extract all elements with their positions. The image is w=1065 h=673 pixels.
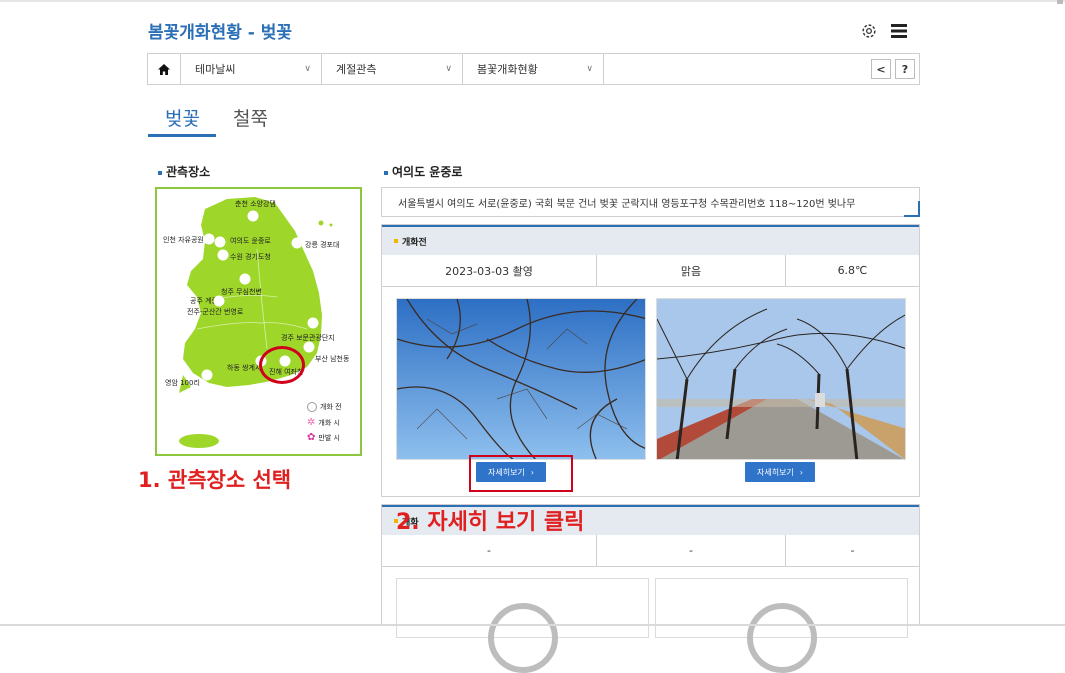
photo-placeholder-2: [655, 578, 908, 673]
nav-dropdown-label: 봄꽃개화현황: [477, 63, 538, 76]
map-label-yeouido[interactable]: 여의도 윤중로: [230, 236, 271, 246]
active-tab-indicator: [148, 134, 216, 137]
help-icon: ?: [901, 62, 909, 76]
detail-view-label: 자세히보기: [756, 467, 794, 477]
help-button[interactable]: ?: [895, 59, 915, 79]
breadcrumb-nav: 테마날씨 ∨ 계절관측 ∨ 봄꽃개화현황 ∨ < ?: [147, 53, 920, 85]
map-label-incheon[interactable]: 인천 자유공원: [163, 235, 204, 245]
chevron-down-icon: ∨: [445, 64, 452, 74]
share-button[interactable]: <: [871, 59, 891, 79]
settings-gear-icon[interactable]: [858, 20, 880, 42]
site-address-box: 서울특별시 여의도 서로(윤중로) 국회 북문 건너 벚꽃 군락지내 영등포구청…: [381, 187, 920, 217]
scrollbar-thumb[interactable]: [1057, 0, 1063, 4]
weather-status: -: [597, 535, 786, 566]
nav-dropdown-seasonal-observation[interactable]: 계절관측 ∨: [322, 54, 463, 84]
pink-flower-icon: ✲: [307, 417, 316, 428]
nav-dropdown-spring-flower[interactable]: 봄꽃개화현황 ∨: [463, 54, 604, 84]
nav-dropdown-label: 계절관측: [336, 63, 377, 76]
legend-before-bloom: 개화 전: [307, 402, 342, 412]
highlight-box-detail-button: [469, 455, 573, 492]
magenta-flower-icon: ✿: [307, 432, 316, 443]
panel-header: 개화전: [382, 225, 919, 255]
map-label-cheongju[interactable]: 청주 무심천변: [221, 287, 262, 297]
map-label-gyeongju[interactable]: 경주 보문관광단지: [281, 333, 335, 343]
chevron-down-icon: ∨: [304, 64, 311, 74]
nav-dropdown-theme-weather[interactable]: 테마날씨 ∨: [181, 54, 322, 84]
top-border: [0, 0, 1065, 2]
panel-info-row: 2023-03-03 촬영 맑음 6.8℃: [382, 255, 919, 287]
annotation-step2: 2. 자세히 보기 클릭: [396, 510, 585, 535]
detail-view-button-2[interactable]: 자세히보기 ›: [745, 462, 815, 482]
tab-cherry-blossom[interactable]: 벚꽃: [165, 104, 200, 131]
map-label-hadong[interactable]: 하동 쌍계사: [227, 363, 261, 373]
home-button[interactable]: [148, 54, 181, 84]
panel-info-row: - - -: [382, 535, 919, 567]
legend-label: 개화 시: [318, 418, 340, 427]
korea-map: 춘천 소양강댐 인천 자유공원 여의도 윤중로 강릉 경포대 수원 경기도청 청…: [155, 187, 362, 456]
legend-label: 개화 전: [320, 403, 342, 411]
map-label-gongju[interactable]: 공주 계룡산: [190, 296, 224, 306]
photo-sky-branches[interactable]: [396, 298, 646, 460]
photo-cherry-road[interactable]: [656, 298, 906, 460]
chevron-right-icon: ›: [799, 467, 803, 477]
legend-label: 만발 시: [318, 433, 340, 442]
panel-heading: 개화전: [402, 237, 427, 248]
tab-azalea[interactable]: 철쭉: [233, 104, 268, 131]
hamburger-menu-icon[interactable]: [888, 20, 910, 42]
photo-placeholder-1: [396, 578, 649, 673]
site-address: 서울특별시 여의도 서로(윤중로) 국회 북문 건너 벚꽃 군락지내 영등포구청…: [398, 198, 856, 210]
temperature: -: [850, 544, 855, 557]
page-title: 봄꽃개화현황 - 벚꽃: [148, 23, 293, 43]
photo-date: -: [382, 535, 597, 566]
site-detail-title: 여의도 윤중로: [384, 163, 462, 180]
map-label-gangneung[interactable]: 강릉 경포대: [305, 240, 339, 250]
chevron-down-icon: ∨: [586, 64, 593, 74]
map-label-jeonju[interactable]: 전주-군산간 번영로: [187, 307, 243, 317]
legend-blooming: ✲ 개화 시: [307, 417, 340, 428]
loading-spinner-icon: [747, 603, 817, 673]
share-icon: <: [876, 62, 886, 76]
loading-spinner-icon: [488, 603, 558, 673]
highlight-circle-jinhae: [259, 346, 305, 384]
annotation-step1: 1. 관측장소 선택: [138, 468, 292, 492]
weather-status: 맑음: [597, 255, 786, 286]
map-label-chuncheon[interactable]: 춘천 소양강댐: [235, 199, 276, 209]
observation-sites-title: 관측장소: [158, 163, 210, 180]
cherry-road-image: [657, 299, 905, 459]
bullet-icon: [394, 239, 398, 243]
panel-before-bloom: 개화전 2023-03-03 촬영 맑음 6.8℃ 자세히보기 › 자세히보기 …: [381, 224, 920, 497]
home-icon: [158, 63, 170, 75]
temperature: 6.8℃: [837, 264, 868, 277]
map-label-busan[interactable]: 부산 남천동: [315, 354, 349, 364]
nav-dropdown-label: 테마날씨: [195, 63, 236, 76]
map-label-suwon[interactable]: 수원 경기도청: [230, 252, 271, 262]
sky-branches-image: [397, 299, 645, 459]
photo-date: 2023-03-03 촬영: [382, 255, 597, 286]
legend-full-bloom: ✿ 만발 시: [307, 432, 340, 443]
map-label-yeongam[interactable]: 영암 100리: [165, 378, 200, 388]
korea-map-shape: [179, 197, 333, 448]
address-box-corner: [904, 201, 920, 217]
legend-empty-circle-icon: [307, 402, 317, 412]
